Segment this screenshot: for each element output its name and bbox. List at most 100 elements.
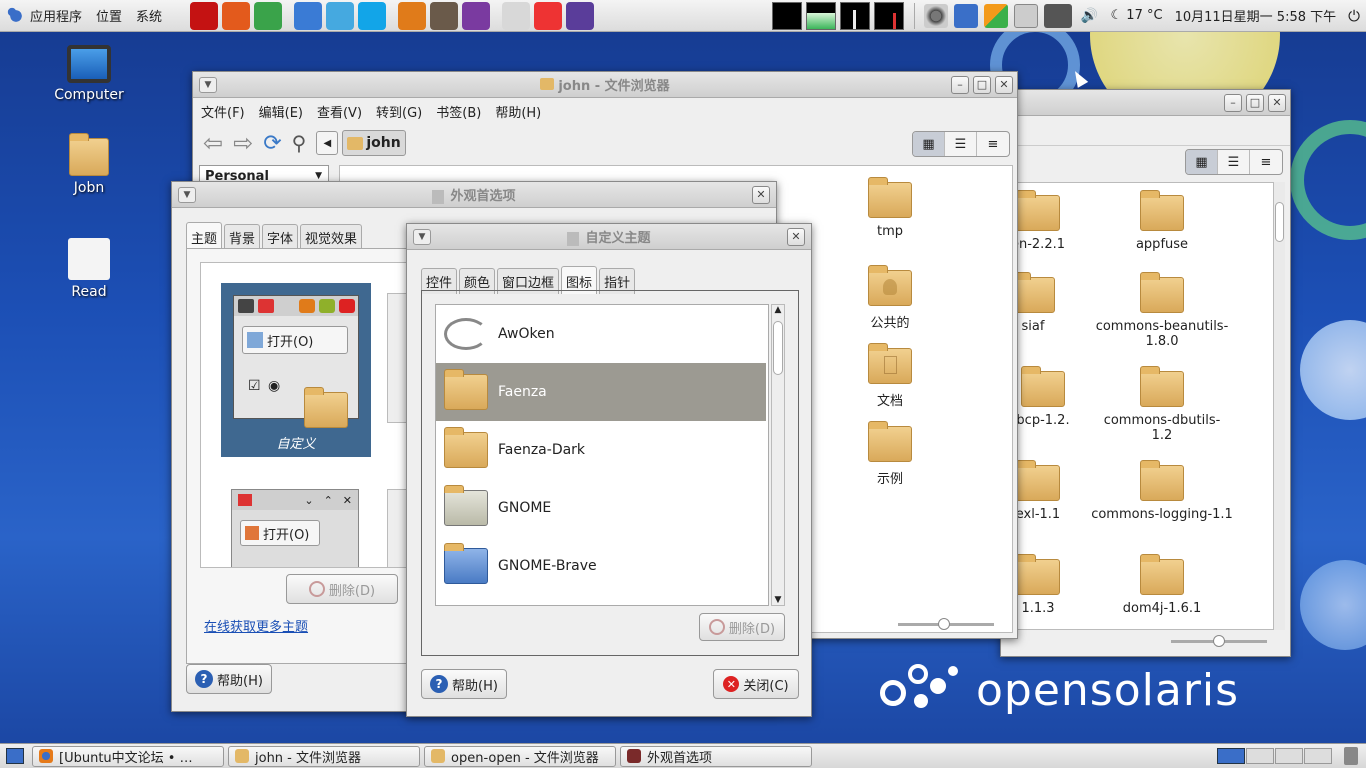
- reload-icon[interactable]: ⟳: [263, 131, 281, 156]
- workspace-2[interactable]: [1246, 748, 1274, 764]
- back-file-item[interactable]: siaf: [1018, 272, 1068, 334]
- twitter-icon[interactable]: [326, 1, 355, 30]
- back-file-item[interactable]: commons-beanutils-1.8.0: [1088, 272, 1236, 349]
- delete-icon-theme-button[interactable]: 删除(D): [699, 613, 785, 641]
- file-item-tmp[interactable]: tmp: [850, 177, 930, 239]
- headphones-icon[interactable]: [462, 1, 491, 30]
- icon-theme-row[interactable]: GNOME: [436, 479, 766, 537]
- minimize-button[interactable]: –: [1224, 93, 1242, 112]
- scroll-down-icon[interactable]: ▼: [772, 595, 784, 605]
- file-item-documents[interactable]: 文档: [850, 343, 930, 409]
- workspace-3[interactable]: [1275, 748, 1303, 764]
- icon-theme-row-selected[interactable]: Faenza: [436, 363, 766, 421]
- get-more-themes-link[interactable]: 在线获取更多主题: [204, 616, 308, 635]
- back-file-item[interactable]: exl-1.1: [1018, 460, 1078, 522]
- weather-indicator[interactable]: ☾ 17 °C: [1111, 8, 1163, 23]
- sphere-icon[interactable]: [566, 1, 595, 30]
- back-file-item[interactable]: commons-dbutils-1.2: [1094, 366, 1230, 443]
- menu-go[interactable]: 转到(G): [376, 102, 422, 121]
- minimize-button[interactable]: –: [951, 75, 969, 94]
- list-view-icon[interactable]: ☰: [945, 132, 977, 156]
- window-menu-button[interactable]: ▼: [178, 186, 196, 203]
- view-switcher[interactable]: ▦ ☰ ≡: [912, 131, 1010, 157]
- network-monitor[interactable]: [839, 1, 870, 30]
- keyboard-icon[interactable]: [1013, 3, 1038, 28]
- path-button-john[interactable]: john: [342, 130, 406, 156]
- theme-tile-custom[interactable]: 打开(O) ☑ ◉ 自定义: [221, 283, 371, 457]
- icon-list-scrollbar[interactable]: ▲ ▼: [771, 304, 785, 606]
- close-button[interactable]: ✕: [787, 227, 805, 246]
- clock[interactable]: 10月11日星期一 5:58 下午: [1175, 6, 1337, 25]
- taskbar-item-appearance[interactable]: 外观首选项: [620, 745, 812, 767]
- taskbar-item-forum[interactable]: [Ubuntu中文论坛 • …: [32, 745, 224, 767]
- maximize-button[interactable]: □: [1246, 93, 1264, 112]
- customize-titlebar[interactable]: ▼ 自定义主题 ✕: [407, 224, 811, 250]
- workspace-switcher[interactable]: [1217, 748, 1332, 764]
- file-item-examples[interactable]: 示例: [850, 421, 930, 487]
- view-switcher[interactable]: ▦ ☰ ≡: [1185, 149, 1283, 175]
- desktop-icon-home[interactable]: Jobn: [44, 133, 134, 196]
- chrome-icon[interactable]: [254, 1, 283, 30]
- list-view-icon[interactable]: ☰: [1218, 150, 1250, 174]
- office-icon[interactable]: [983, 3, 1008, 28]
- back-titlebar[interactable]: – □ ✕: [1001, 90, 1290, 116]
- trash-icon[interactable]: [1344, 747, 1358, 765]
- file-browser-titlebar[interactable]: ▼ john - 文件浏览器 – □ ✕: [193, 72, 1017, 98]
- memory-monitor[interactable]: [805, 1, 836, 30]
- compact-view-icon[interactable]: ≡: [1250, 150, 1282, 174]
- tab-fonts[interactable]: 字体: [262, 224, 299, 250]
- gmail-icon[interactable]: [534, 1, 563, 30]
- zoom-slider[interactable]: [898, 618, 994, 630]
- delete-theme-button[interactable]: 删除(D): [286, 574, 398, 604]
- icon-view-icon[interactable]: ▦: [913, 132, 945, 156]
- desktop-icon-read[interactable]: Read: [44, 238, 134, 300]
- menu-edit[interactable]: 编辑(E): [259, 102, 303, 121]
- back-file-item[interactable]: dom4j-1.6.1: [1114, 554, 1210, 616]
- icon-theme-row[interactable]: AwOken: [436, 305, 766, 363]
- icon-view-icon[interactable]: ▦: [1186, 150, 1218, 174]
- back-arrow-icon[interactable]: ⇦: [203, 129, 223, 157]
- theme-tile[interactable]: ⌄ ⌃ ✕ 打开(O): [231, 489, 359, 567]
- icon-theme-row[interactable]: Faenza-Dark: [436, 421, 766, 479]
- system-menu[interactable]: 系统: [136, 6, 162, 25]
- show-desktop-icon[interactable]: [6, 748, 24, 764]
- cpu-monitor[interactable]: [771, 1, 802, 30]
- network-manager-icon[interactable]: [953, 3, 978, 28]
- skype-icon[interactable]: [358, 1, 387, 30]
- maximize-button[interactable]: □: [973, 75, 991, 94]
- menu-file[interactable]: 文件(F): [201, 102, 245, 121]
- eye-icon[interactable]: [222, 1, 251, 30]
- applications-menu[interactable]: 应用程序: [6, 5, 82, 26]
- close-dialog-button[interactable]: ✕ 关闭(C): [713, 669, 799, 699]
- pidgin-icon[interactable]: [294, 1, 323, 30]
- back-file-item[interactable]: en-2.2.1: [1018, 190, 1078, 252]
- back-file-item[interactable]: bcp-1.2.: [1018, 366, 1088, 428]
- workspace-4[interactable]: [1304, 748, 1332, 764]
- speaker-icon[interactable]: [430, 1, 459, 30]
- help-button[interactable]: ? 帮助(H): [186, 664, 272, 694]
- workspace-1[interactable]: [1217, 748, 1245, 764]
- power-icon[interactable]: ⏻: [1348, 7, 1360, 25]
- icon-theme-row[interactable]: GNOME-Brave: [436, 537, 766, 595]
- back-scrollbar[interactable]: [1273, 182, 1285, 630]
- opera-icon[interactable]: [190, 1, 219, 30]
- taskbar-item-open-open[interactable]: open-open - 文件浏览器: [424, 745, 616, 767]
- window-menu-button[interactable]: ▼: [413, 228, 431, 245]
- tab-background[interactable]: 背景: [224, 224, 261, 250]
- menu-help[interactable]: 帮助(H): [495, 102, 541, 121]
- volume-icon[interactable]: 🔊: [1078, 4, 1102, 28]
- disk-monitor[interactable]: [873, 1, 904, 30]
- scroll-up-icon[interactable]: ▲: [772, 305, 784, 315]
- close-button[interactable]: ✕: [995, 75, 1013, 94]
- menu-view[interactable]: 查看(V): [317, 102, 362, 121]
- back-file-item[interactable]: commons-logging-1.1: [1088, 460, 1236, 522]
- search-icon[interactable]: ⚲: [292, 131, 307, 155]
- help-button[interactable]: ? 帮助(H): [421, 669, 507, 699]
- back-file-item[interactable]: appfuse: [1114, 190, 1210, 252]
- desktop-icon-computer[interactable]: Computer: [44, 45, 134, 103]
- close-button[interactable]: ✕: [752, 185, 770, 204]
- window-menu-button[interactable]: ▼: [199, 76, 217, 93]
- back-file-item[interactable]: 1.1.3: [1018, 554, 1078, 616]
- places-menu[interactable]: 位置: [96, 6, 122, 25]
- path-left-button[interactable]: ◀: [316, 131, 339, 155]
